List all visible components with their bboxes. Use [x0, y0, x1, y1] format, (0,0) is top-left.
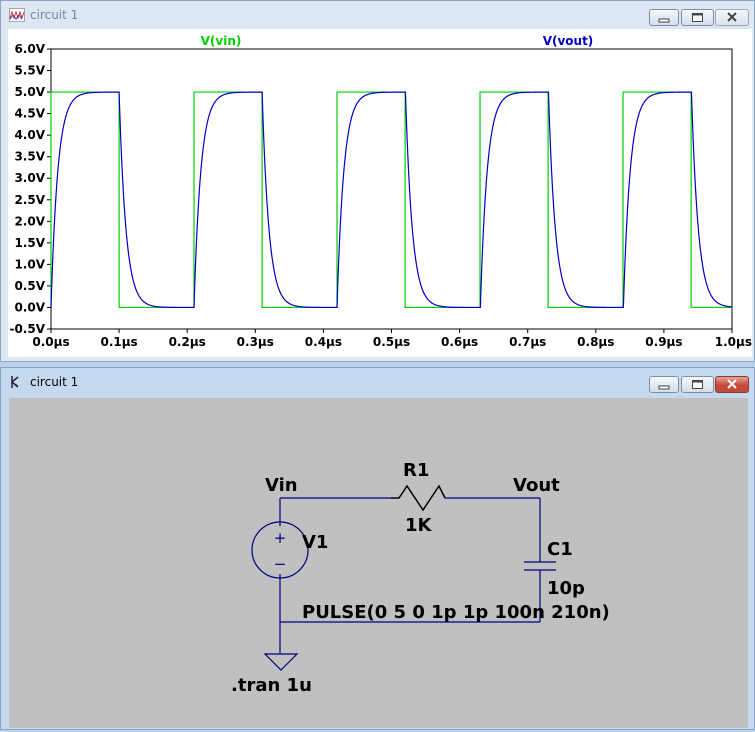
net-label-vout[interactable]: Vout	[513, 475, 560, 496]
vout-trace[interactable]	[50, 91, 733, 309]
y-tick-label: 0.0V	[14, 300, 45, 314]
y-tick-label: 1.0V	[14, 257, 45, 271]
spice-directive[interactable]: .tran 1u	[231, 675, 312, 696]
y-tick-label: -0.5V	[9, 322, 45, 336]
x-tick-label: 0.8µs	[577, 335, 614, 349]
close-icon	[727, 379, 737, 389]
x-tick-label: 0.3µs	[237, 335, 274, 349]
window-title: circuit 1	[30, 375, 79, 389]
maximize-button[interactable]	[681, 376, 714, 393]
schematic-drawing[interactable]: + − Vin Vout R1 1K C1 10p V1 PULSE(0 5 0…	[9, 398, 748, 728]
resistor-name[interactable]: R1	[403, 460, 429, 481]
minimize-button[interactable]	[649, 9, 679, 26]
x-tick-label: 0.0µs	[32, 335, 69, 349]
capacitor-name[interactable]: C1	[547, 539, 573, 560]
ground-symbol[interactable]	[263, 653, 299, 671]
close-button[interactable]	[715, 9, 749, 26]
x-tick-label: 0.9µs	[645, 335, 682, 349]
y-tick-label: 6.0V	[14, 42, 45, 56]
waveform-titlebar[interactable]: circuit 1	[1, 1, 754, 29]
x-tick-label: 0.7µs	[509, 335, 546, 349]
y-tick-label: 5.5V	[14, 64, 45, 78]
x-tick-label: 0.5µs	[373, 335, 410, 349]
maximize-button[interactable]	[681, 9, 714, 26]
plot-frame	[50, 48, 733, 330]
plot-area[interactable]: 6.0V 5.5V 5.0V 4.5V 4.0V 3.5V 3.0V 2.5V 2.0V 1.5V…	[8, 29, 752, 357]
y-tick-label: 1.5V	[14, 236, 45, 250]
y-tick-label: 3.0V	[14, 171, 45, 185]
y-tick-label: 4.0V	[14, 128, 45, 142]
vin-trace[interactable]	[50, 91, 732, 309]
legend-vout[interactable]: V(vout)	[543, 34, 594, 48]
capacitor-c1[interactable]	[524, 561, 556, 571]
waveform-icon	[9, 8, 25, 22]
y-tick-label: 5.0V	[14, 85, 45, 99]
plus-icon: +	[274, 529, 287, 547]
minimize-icon	[658, 18, 670, 23]
window-title: circuit 1	[30, 8, 79, 22]
close-icon	[727, 12, 737, 22]
waveform-window[interactable]: circuit 1 6.0V 5.5V 5.0V 4.5V 4.0V 3.5V 3.0V 2.…	[0, 0, 755, 362]
schematic-canvas[interactable]: + − Vin Vout R1 1K C1 10p V1 PULSE(0 5 0…	[9, 398, 748, 728]
schematic-icon	[11, 376, 19, 388]
minimize-button[interactable]	[649, 376, 679, 393]
legend-vin[interactable]: V(vin)	[201, 34, 242, 48]
resistor-r1[interactable]	[391, 484, 446, 512]
maximize-icon	[692, 13, 703, 22]
x-tick-label: 1.0µs	[715, 335, 752, 349]
net-label-vin[interactable]: Vin	[265, 475, 298, 496]
resistor-value[interactable]: 1K	[405, 515, 433, 536]
schematic-titlebar[interactable]: circuit 1	[1, 368, 754, 396]
source-value[interactable]: PULSE(0 5 0 1p 1p 100n 210n)	[302, 602, 610, 623]
x-tick-label: 0.4µs	[305, 335, 342, 349]
schematic-window[interactable]: circuit 1 + − Vin Vout R1 1K C1 10p V1 P…	[0, 367, 755, 730]
minimize-icon	[658, 385, 670, 390]
maximize-icon	[692, 380, 703, 389]
minus-icon: −	[274, 555, 287, 573]
x-tick-label: 0.1µs	[100, 335, 137, 349]
close-button[interactable]	[715, 376, 749, 393]
y-tick-label: 3.5V	[14, 150, 45, 164]
y-tick-label: 2.5V	[14, 193, 45, 207]
y-tick-label: 0.5V	[14, 279, 45, 293]
y-tick-label: 2.0V	[14, 214, 45, 228]
x-tick-label: 0.2µs	[169, 335, 206, 349]
source-name[interactable]: V1	[302, 532, 328, 553]
capacitor-value[interactable]: 10p	[547, 578, 585, 599]
x-tick-label: 0.6µs	[441, 335, 478, 349]
waveform-plot[interactable]: 6.0V 5.5V 5.0V 4.5V 4.0V 3.5V 3.0V 2.5V 2.0V 1.5V…	[8, 29, 752, 357]
y-tick-label: 4.5V	[14, 107, 45, 121]
